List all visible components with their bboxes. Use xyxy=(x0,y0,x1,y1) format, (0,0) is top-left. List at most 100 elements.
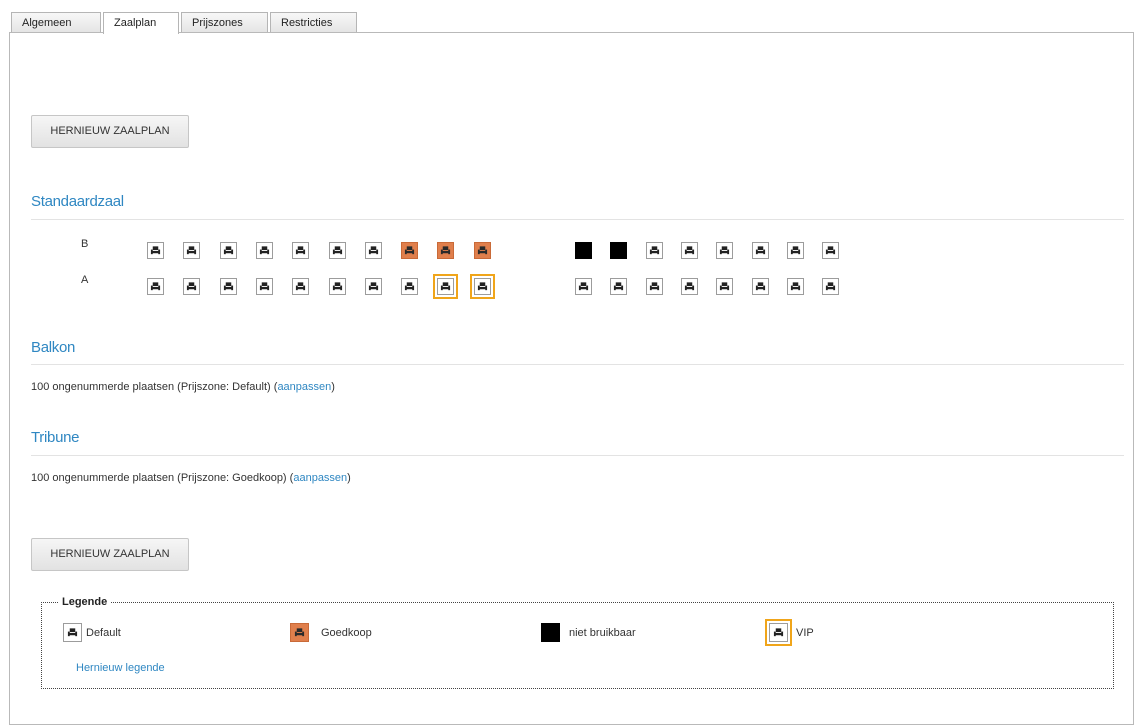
legend-label-goedkoop: Goedkoop xyxy=(321,627,372,639)
seat-icon xyxy=(790,245,801,256)
seat-b-10[interactable] xyxy=(474,242,491,259)
seat-b-17[interactable] xyxy=(787,242,804,259)
seat-a-13[interactable] xyxy=(646,278,663,295)
row-label-a: A xyxy=(81,274,89,286)
seat-icon xyxy=(186,245,197,256)
seat-icon xyxy=(825,281,836,292)
seat-icon xyxy=(773,627,784,638)
seat-b-6[interactable] xyxy=(329,242,346,259)
seat-b-8[interactable] xyxy=(401,242,418,259)
seat-a-12[interactable] xyxy=(610,278,627,295)
seat-icon xyxy=(150,281,161,292)
seat-a-16[interactable] xyxy=(752,278,769,295)
seat-icon xyxy=(295,245,306,256)
seat-icon xyxy=(259,245,270,256)
seat-a-2[interactable] xyxy=(183,278,200,295)
tab-zaalplan[interactable]: Zaalplan xyxy=(103,12,179,34)
section-divider xyxy=(31,219,1124,220)
renew-seatplan-button-bottom[interactable]: HERNIEUW ZAALPLAN xyxy=(31,538,189,571)
seat-b-7[interactable] xyxy=(365,242,382,259)
seat-b-11[interactable] xyxy=(575,242,592,259)
legend-swatch-goedkoop xyxy=(290,623,309,642)
seat-b-14[interactable] xyxy=(681,242,698,259)
seat-icon xyxy=(368,245,379,256)
seat-icon xyxy=(404,281,415,292)
legend-title: Legende xyxy=(59,596,111,608)
seat-icon xyxy=(684,245,695,256)
seat-icon xyxy=(404,245,415,256)
seat-icon xyxy=(186,281,197,292)
tab-bar: Algemeen Zaalplan Prijszones Restricties xyxy=(11,12,359,34)
tribune-edit-link[interactable]: aanpassen xyxy=(293,472,347,484)
seat-icon xyxy=(755,245,766,256)
section-divider xyxy=(31,364,1124,365)
balkon-info-text: 100 ongenummerde plaatsen (Prijszone: De… xyxy=(31,381,271,393)
seat-icon xyxy=(719,245,730,256)
seat-a-7[interactable] xyxy=(365,278,382,295)
seat-a-18[interactable] xyxy=(822,278,839,295)
seat-a-8[interactable] xyxy=(401,278,418,295)
seat-b-13[interactable] xyxy=(646,242,663,259)
legend-label-default: Default xyxy=(86,627,121,639)
seat-icon xyxy=(67,627,78,638)
seat-a-3[interactable] xyxy=(220,278,237,295)
legend-swatch-default xyxy=(63,623,82,642)
seat-b-5[interactable] xyxy=(292,242,309,259)
seat-b-4[interactable] xyxy=(256,242,273,259)
section-title-standaardzaal: Standaardzaal xyxy=(31,193,124,210)
seat-b-3[interactable] xyxy=(220,242,237,259)
seat-a-11[interactable] xyxy=(575,278,592,295)
seat-b-15[interactable] xyxy=(716,242,733,259)
seat-a-10[interactable] xyxy=(470,274,495,299)
section-title-balkon: Balkon xyxy=(31,339,76,356)
seat-a-6[interactable] xyxy=(329,278,346,295)
legend-label-niet-bruikbaar: niet bruikbaar xyxy=(569,627,636,639)
seat-b-18[interactable] xyxy=(822,242,839,259)
renew-seatplan-button-top[interactable]: HERNIEUW ZAALPLAN xyxy=(31,115,189,148)
balkon-edit-link[interactable]: aanpassen xyxy=(277,381,331,393)
seat-icon xyxy=(223,245,234,256)
tab-restricties[interactable]: Restricties xyxy=(270,12,357,33)
seat-icon xyxy=(259,281,270,292)
seat-icon xyxy=(150,245,161,256)
seat-a-15[interactable] xyxy=(716,278,733,295)
seat-a-5[interactable] xyxy=(292,278,309,295)
seat-icon xyxy=(368,281,379,292)
seat-b-9[interactable] xyxy=(437,242,454,259)
seat-icon xyxy=(790,281,801,292)
seat-a-1[interactable] xyxy=(147,278,164,295)
seat-icon xyxy=(440,245,451,256)
seat-icon xyxy=(477,281,488,292)
section-title-tribune: Tribune xyxy=(31,429,80,446)
balkon-info: 100 ongenummerde plaatsen (Prijszone: De… xyxy=(31,381,335,393)
seat-b-12[interactable] xyxy=(610,242,627,259)
seat-a-9[interactable] xyxy=(433,274,458,299)
tab-algemeen[interactable]: Algemeen xyxy=(11,12,101,33)
seat-icon xyxy=(223,281,234,292)
seat-icon xyxy=(755,281,766,292)
tribune-info: 100 ongenummerde plaatsen (Prijszone: Go… xyxy=(31,472,351,484)
seat-icon xyxy=(649,281,660,292)
seat-icon xyxy=(684,281,695,292)
seat-icon xyxy=(719,281,730,292)
seat-icon xyxy=(613,281,624,292)
seat-icon xyxy=(440,281,451,292)
seat-icon xyxy=(477,245,488,256)
legend-swatch-niet-bruikbaar xyxy=(541,623,560,642)
seat-b-1[interactable] xyxy=(147,242,164,259)
seat-icon xyxy=(294,627,305,638)
seat-icon xyxy=(649,245,660,256)
seat-a-14[interactable] xyxy=(681,278,698,295)
renew-legend-link[interactable]: Hernieuw legende xyxy=(76,662,165,674)
seat-icon xyxy=(332,281,343,292)
legend-box xyxy=(41,602,1114,689)
seat-b-16[interactable] xyxy=(752,242,769,259)
legend-label-vip: VIP xyxy=(796,627,814,639)
row-label-b: B xyxy=(81,238,89,250)
seat-icon xyxy=(295,281,306,292)
tab-prijszones[interactable]: Prijszones xyxy=(181,12,268,33)
section-divider xyxy=(31,455,1124,456)
seat-a-17[interactable] xyxy=(787,278,804,295)
seat-b-2[interactable] xyxy=(183,242,200,259)
seat-a-4[interactable] xyxy=(256,278,273,295)
